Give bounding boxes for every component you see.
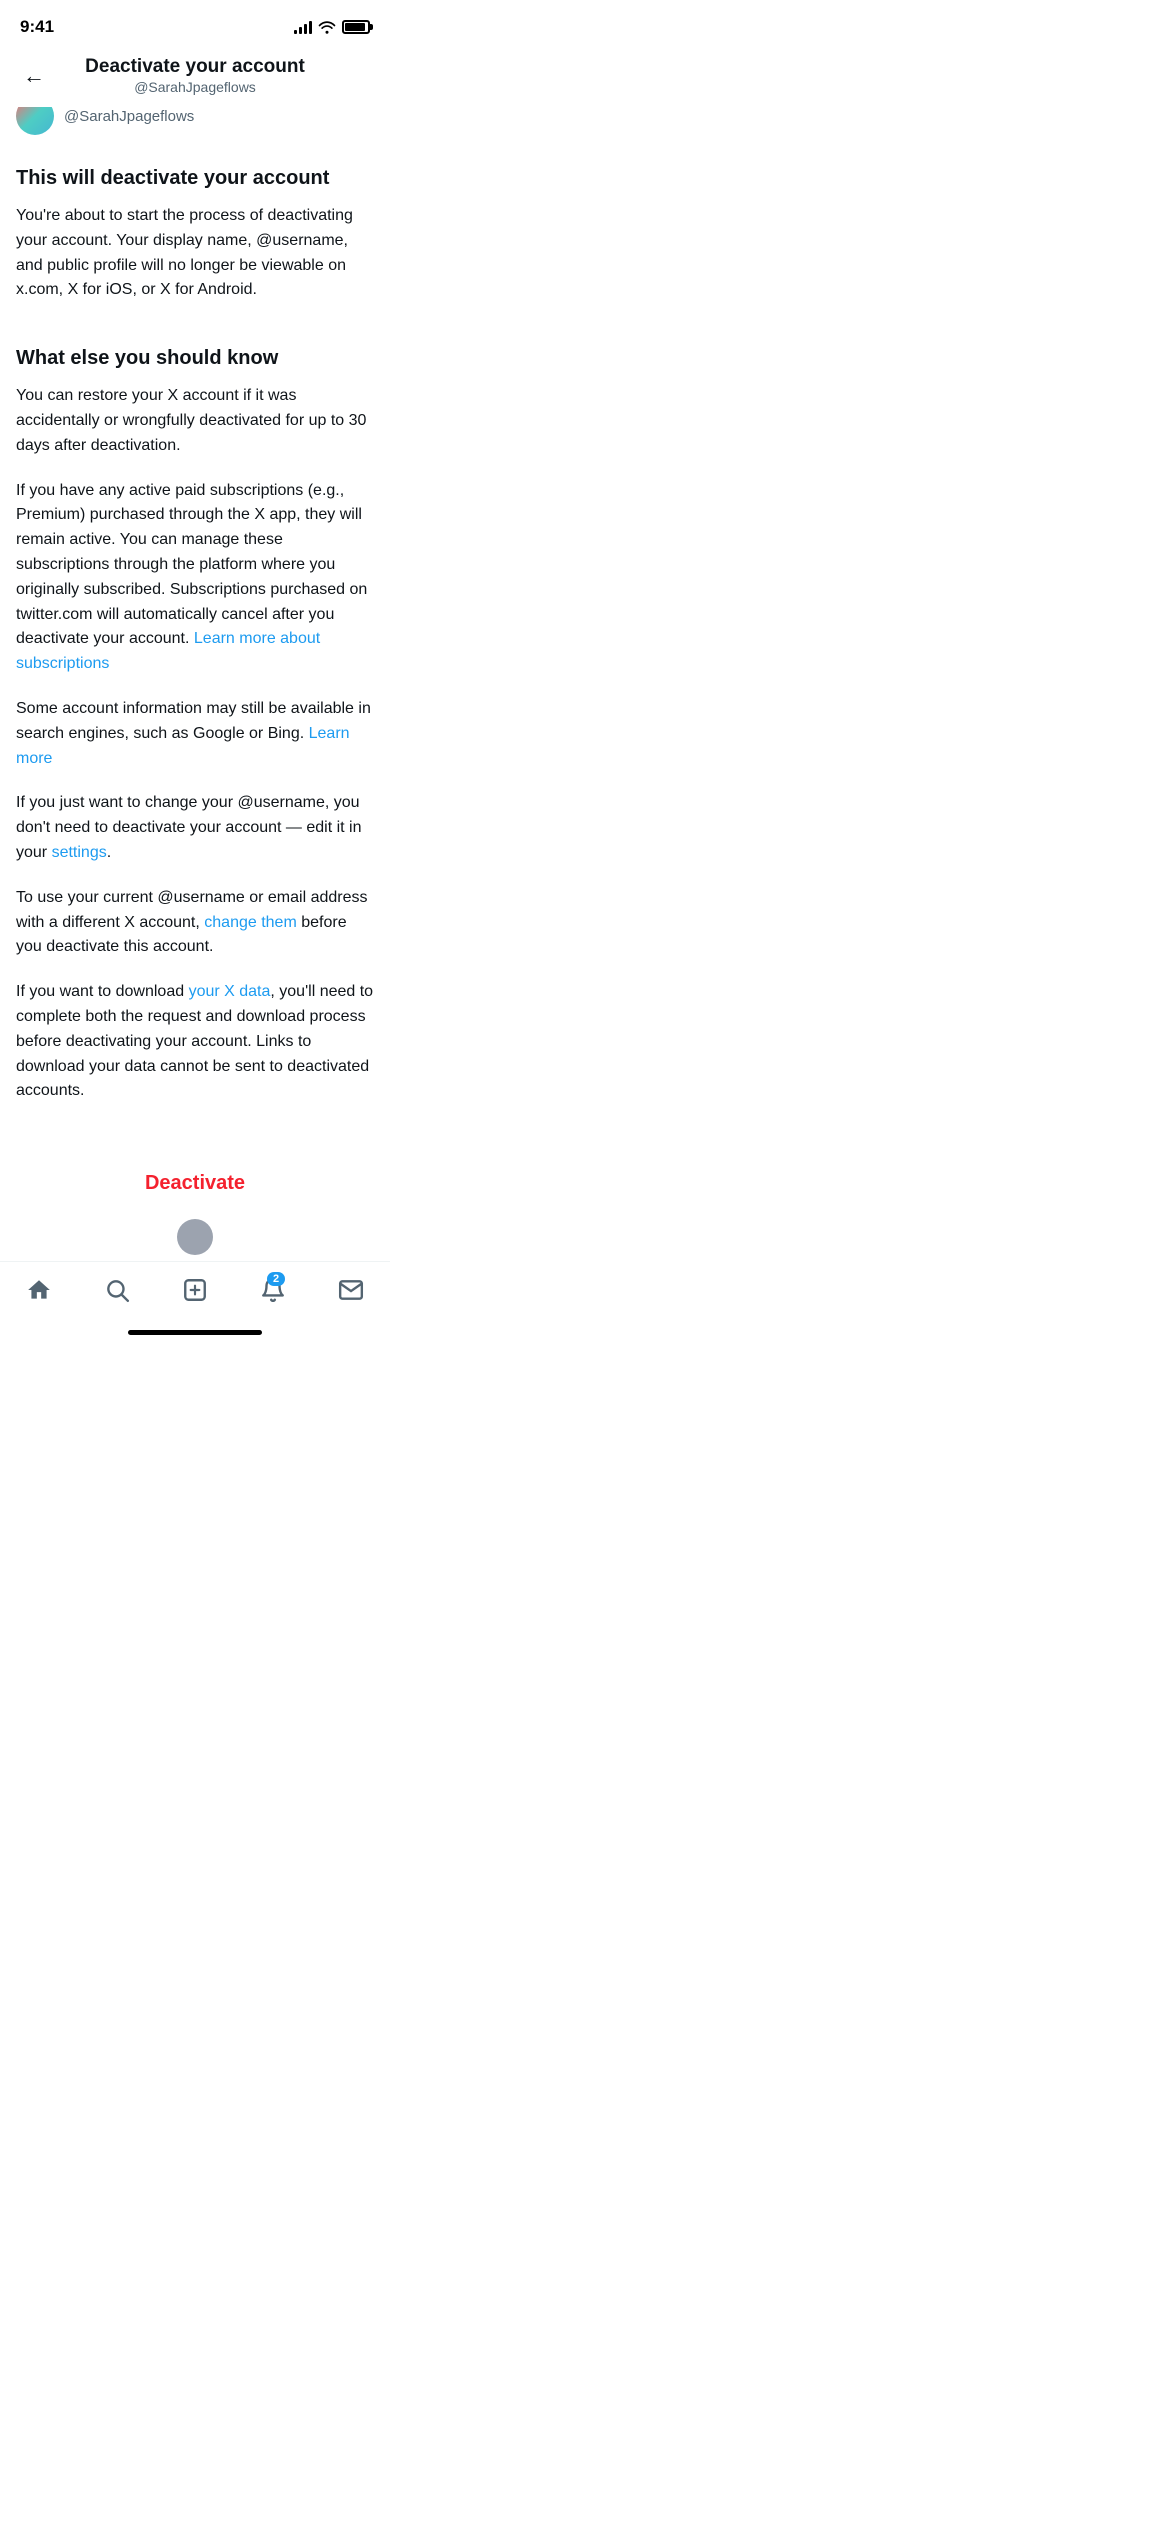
deactivate-section: Deactivate [0, 1144, 390, 1215]
back-button[interactable]: ← [16, 58, 52, 94]
messages-icon [337, 1276, 365, 1304]
search-icon [103, 1276, 131, 1304]
back-arrow-icon: ← [23, 63, 45, 89]
home-icon [25, 1276, 53, 1304]
wifi-icon [318, 20, 336, 34]
nav-compose[interactable] [156, 1270, 234, 1310]
para6-text-pre: If you want to download [16, 983, 189, 1000]
change-them-link[interactable]: change them [204, 914, 297, 931]
your-x-data-link[interactable]: your X data [189, 983, 271, 1000]
home-indicator-bar [128, 1330, 262, 1335]
compose-icon [181, 1276, 209, 1304]
para4: If you just want to change your @usernam… [16, 791, 374, 865]
section2-title: What else you should know [16, 347, 374, 370]
deactivate-button[interactable]: Deactivate [121, 1164, 269, 1203]
status-time: 9:41 [20, 17, 54, 37]
bottom-nav: 2 [0, 1261, 390, 1322]
para1: You can restore your X account if it was… [16, 384, 374, 458]
para5: To use your current @username or email a… [16, 886, 374, 960]
profile-strip: @SarahJpageflows [0, 107, 390, 147]
account-handle: @SarahJpageflows [16, 79, 374, 95]
para4-text-post: . [107, 844, 111, 861]
settings-link[interactable]: settings [52, 844, 107, 861]
para6-text-post: , you'll need to complete both the reque… [16, 983, 373, 1099]
para3: Some account information may still be av… [16, 697, 374, 771]
status-icons [294, 20, 370, 34]
page-title: Deactivate your account [16, 56, 374, 78]
section1-title: This will deactivate your account [16, 167, 374, 190]
avatar [16, 107, 54, 135]
nav-messages[interactable] [312, 1270, 390, 1310]
notification-badge: 2 [267, 1272, 285, 1286]
profile-handle: @SarahJpageflows [64, 108, 194, 125]
home-indicator-dot [177, 1219, 213, 1255]
section1-body: You're about to start the process of dea… [16, 204, 374, 303]
status-bar: 9:41 [0, 0, 390, 48]
nav-notifications[interactable]: 2 [234, 1270, 312, 1310]
nav-home[interactable] [0, 1270, 78, 1310]
main-content: This will deactivate your account You're… [0, 147, 390, 1144]
para2: If you have any active paid subscription… [16, 479, 374, 677]
header-title-block: Deactivate your account @SarahJpageflows [16, 56, 374, 95]
header: ← Deactivate your account @SarahJpageflo… [0, 48, 390, 107]
signal-bars-icon [294, 20, 312, 34]
para2-text: If you have any active paid subscription… [16, 482, 367, 648]
nav-search[interactable] [78, 1270, 156, 1310]
para6: If you want to download your X data, you… [16, 980, 374, 1104]
battery-icon [342, 20, 370, 34]
